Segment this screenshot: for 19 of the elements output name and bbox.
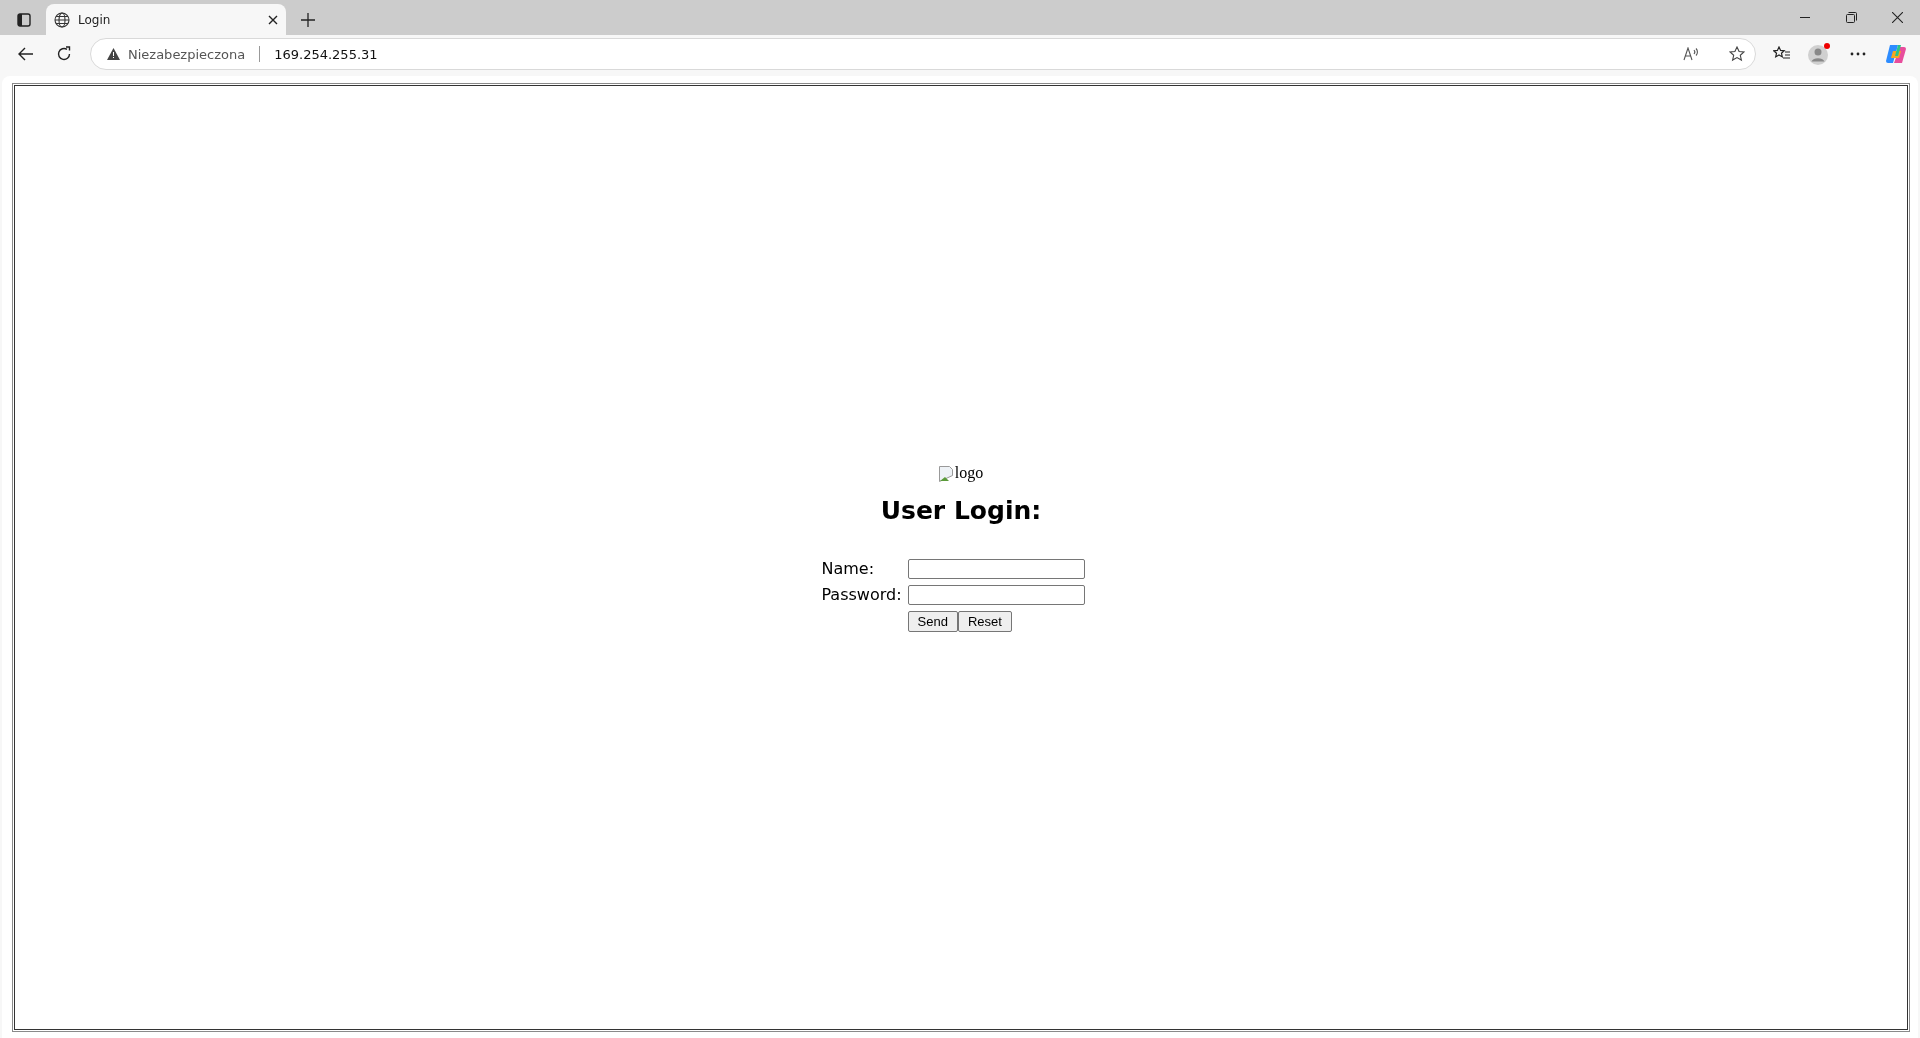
input-field[interactable] bbox=[907, 584, 1085, 605]
logo-alt-text: logo bbox=[954, 463, 984, 482]
globe-icon bbox=[54, 11, 70, 28]
close-icon[interactable] bbox=[268, 14, 278, 25]
address-bar[interactable]: Niezabezpieczona 169.254.255.31 bbox=[90, 38, 1756, 70]
form-button[interactable]: Send bbox=[907, 610, 958, 632]
field-label: Password: bbox=[821, 585, 902, 604]
input-field[interactable] bbox=[907, 558, 1085, 579]
star-icon[interactable] bbox=[1729, 46, 1745, 62]
url-text: 169.254.255.31 bbox=[274, 46, 379, 62]
field-label: Name: bbox=[821, 559, 876, 578]
read-aloud-icon[interactable] bbox=[1683, 47, 1701, 61]
warning-icon bbox=[107, 48, 120, 60]
form-button[interactable]: Reset bbox=[957, 610, 1012, 632]
page-heading: User Login: bbox=[880, 495, 1042, 525]
broken-image-icon bbox=[938, 465, 955, 482]
security-label[interactable]: Niezabezpieczona bbox=[128, 46, 246, 62]
browser-tab[interactable]: Login bbox=[46, 4, 286, 35]
tab-title: Login bbox=[78, 12, 112, 27]
